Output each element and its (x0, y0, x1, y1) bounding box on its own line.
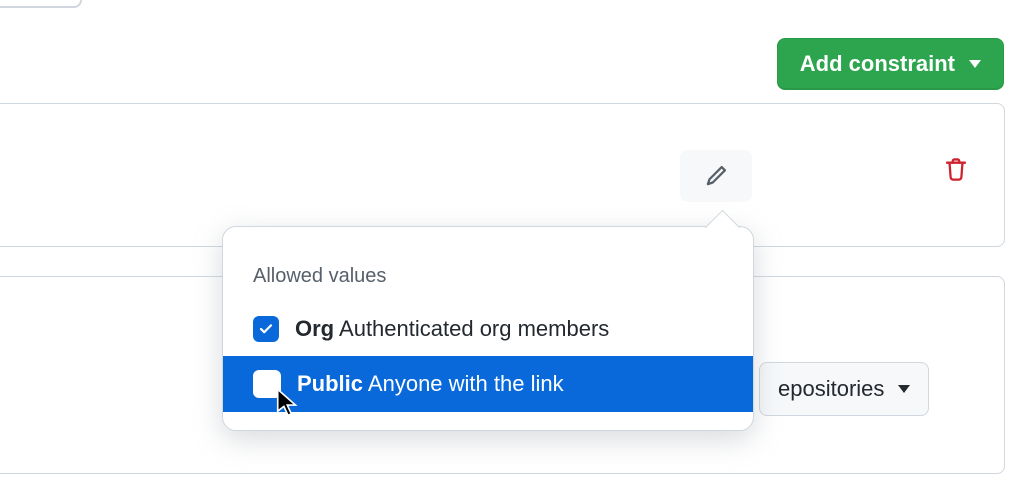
allowed-values-popover: Allowed values Org Authenticated org mem… (222, 226, 754, 431)
caret-down-icon (969, 60, 981, 68)
allowed-value-option-public[interactable]: Public Anyone with the link (223, 356, 753, 412)
caret-down-icon (898, 385, 910, 393)
delete-button[interactable] (936, 150, 976, 190)
edit-button[interactable] (680, 150, 752, 202)
trash-icon (943, 157, 969, 183)
popover-title: Allowed values (253, 265, 723, 288)
option-label: Public Anyone with the link (297, 371, 564, 397)
add-constraint-button[interactable]: Add constraint (777, 38, 1004, 90)
allowed-value-option-org[interactable]: Org Authenticated org members (223, 302, 753, 356)
option-label: Org Authenticated org members (295, 316, 609, 342)
repositories-dropdown[interactable]: epositories (759, 362, 929, 416)
pencil-icon (703, 163, 729, 189)
repositories-label-partial: epositories (778, 376, 884, 402)
checkbox-checked-icon (253, 316, 279, 342)
panel-edge (0, 0, 82, 8)
add-constraint-label: Add constraint (800, 51, 955, 77)
checkbox-unchecked-icon (253, 370, 281, 398)
